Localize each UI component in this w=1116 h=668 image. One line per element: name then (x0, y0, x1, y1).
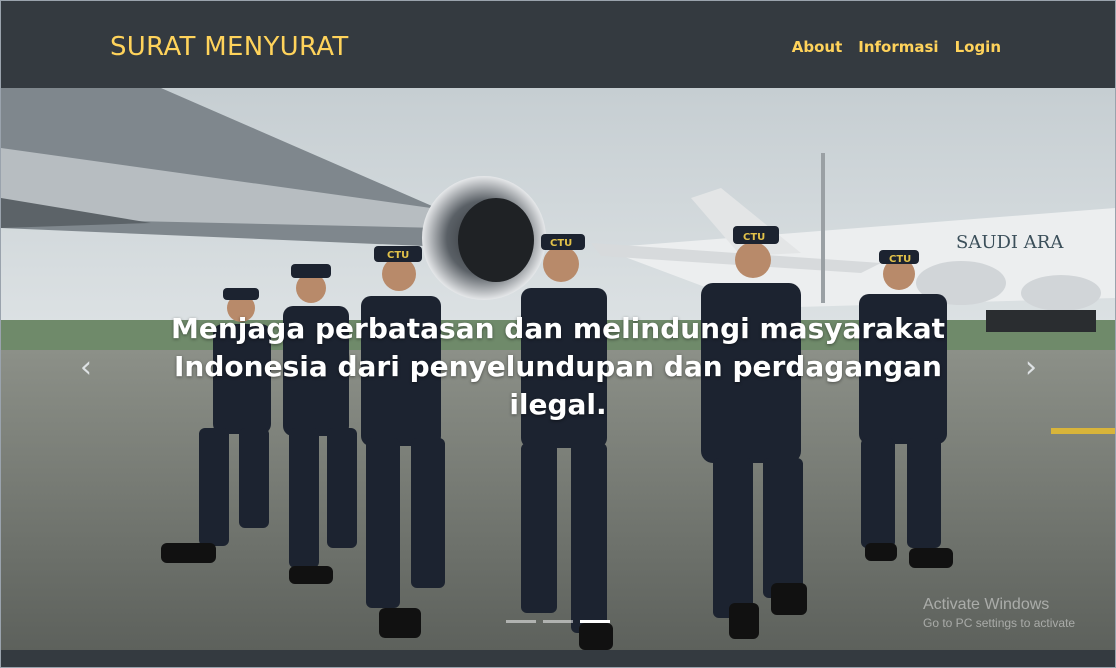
navbar: SURAT MENYURAT About Informasi Login (1, 1, 1115, 88)
carousel-next-button[interactable]: › (1016, 353, 1046, 383)
activate-windows-watermark: Activate Windows Go to PC settings to ac… (923, 595, 1075, 631)
plane-livery-text: SAUDI ARA (956, 232, 1064, 253)
carousel-caption: Menjaga perbatasan dan melindungi masyar… (171, 312, 945, 421)
nav-link-informasi[interactable]: Informasi (858, 37, 938, 57)
browser-viewport: SURAT MENYURAT About Informasi Login SAU… (0, 0, 1116, 668)
nav-link-about[interactable]: About (792, 37, 843, 57)
watermark-title: Activate Windows (923, 596, 1050, 613)
carousel-prev-button[interactable]: ‹ (71, 353, 101, 383)
nav-link-login[interactable]: Login (955, 37, 1001, 57)
svg-text:CTU: CTU (550, 238, 572, 249)
chevron-left-icon: ‹ (80, 350, 92, 385)
carousel-indicators (506, 620, 610, 623)
svg-text:CTU: CTU (387, 250, 409, 261)
carousel-indicator-1[interactable] (506, 620, 536, 623)
carousel-indicator-2[interactable] (543, 620, 573, 623)
taxi-line (1051, 428, 1115, 434)
nav-links: About Informasi Login (792, 37, 1001, 57)
footer-strip (1, 650, 1115, 667)
svg-text:CTU: CTU (889, 254, 911, 265)
chevron-right-icon: › (1025, 350, 1037, 385)
carousel-indicator-3[interactable] (580, 620, 610, 623)
svg-text:CTU: CTU (743, 232, 765, 243)
watermark-subtitle: Go to PC settings to activate (923, 616, 1076, 630)
hero-carousel: SAUDI ARA CTU CTU CTU CTU Menjaga perbat… (1, 88, 1115, 650)
brand-link[interactable]: SURAT MENYURAT (110, 31, 349, 63)
